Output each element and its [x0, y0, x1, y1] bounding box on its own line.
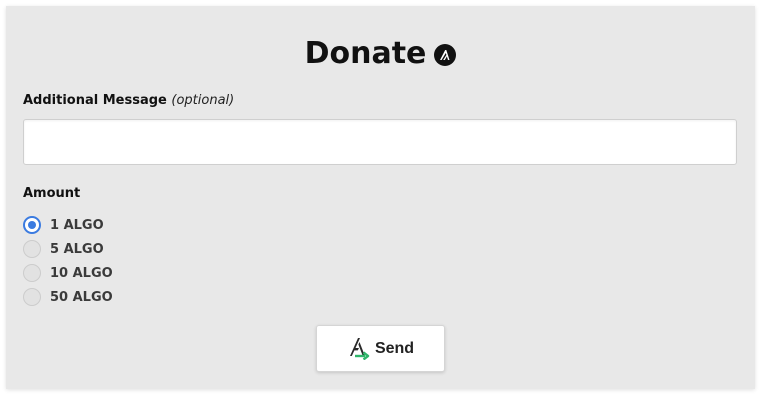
header: Donate [6, 36, 755, 72]
send-button-label: Send [374, 339, 415, 357]
amount-option-label: 10 ALGO [50, 265, 113, 281]
amount-option-label: 50 ALGO [50, 289, 113, 305]
radio-button[interactable] [23, 288, 41, 306]
message-label: Additional Message (optional) [23, 93, 234, 108]
send-button[interactable]: Send [316, 325, 445, 372]
donate-card: Donate Additional Message (optional) Amo… [6, 6, 755, 389]
message-label-hint: (optional) [171, 93, 235, 108]
amount-option-1[interactable]: 1 ALGO [23, 213, 113, 237]
radio-button[interactable] [23, 264, 41, 282]
amount-option-label: 5 ALGO [50, 241, 104, 257]
radio-button[interactable] [23, 240, 41, 258]
radio-button[interactable] [23, 216, 41, 234]
message-input[interactable] [23, 119, 737, 165]
amount-option-5[interactable]: 5 ALGO [23, 237, 113, 261]
amount-radio-group: 1 ALGO 5 ALGO 10 ALGO 50 ALGO [23, 213, 113, 309]
amount-option-10[interactable]: 10 ALGO [23, 261, 113, 285]
amount-option-50[interactable]: 50 ALGO [23, 285, 113, 309]
amount-option-label: 1 ALGO [50, 217, 104, 233]
amount-label: Amount [23, 186, 81, 201]
page-title: Donate [304, 36, 427, 71]
message-label-text: Additional Message [23, 93, 167, 108]
algorand-icon [434, 44, 457, 66]
algorand-send-icon [347, 334, 373, 364]
